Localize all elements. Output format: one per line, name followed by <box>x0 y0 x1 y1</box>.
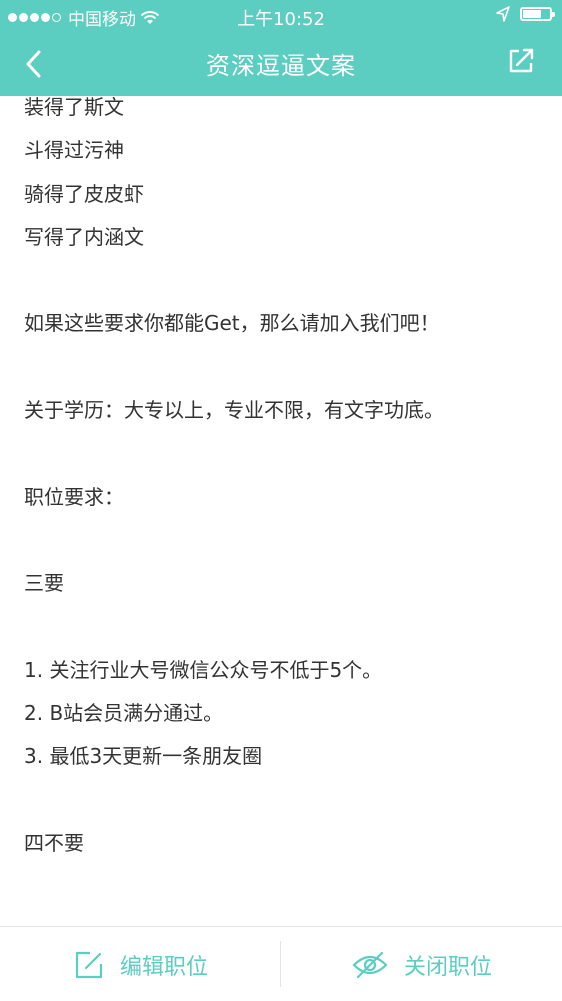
page-title: 资深逗逼文案 <box>206 52 356 80</box>
share-icon <box>509 48 534 73</box>
description-lines: 装得了斯文斗得过污神骑得了皮皮虾 写得了内涵文如果这些要求你都能Get，那么请加入… <box>24 96 544 865</box>
text-line: 写得了内涵文 <box>24 224 144 249</box>
status-right <box>496 6 555 22</box>
text-line: 四不要 <box>24 831 84 856</box>
text-line: 职位要求： <box>24 484 124 509</box>
bottom-divider <box>280 941 281 987</box>
job-description[interactable]: 装得了斯文斗得过污神骑得了皮皮虾 写得了内涵文如果这些要求你都能Get，那么请加入… <box>0 96 562 926</box>
text-line: 1. 关注行业大号微信公众号不低于5个。 <box>24 657 383 682</box>
edit-position-label: 编辑职位 <box>120 955 209 980</box>
edit-icon <box>75 951 103 979</box>
edit-position-button[interactable]: 编辑职位 <box>74 943 208 987</box>
text-line: 如果这些要求你都能Get，那么请加入我们吧！ <box>24 311 440 336</box>
text-line: 2. B站会员满分通过。 <box>24 701 224 726</box>
text-line: 3. 最低3天更新一条朋友圈 <box>24 744 263 769</box>
share-button[interactable] <box>506 46 542 82</box>
text-line: 斗得过污神 <box>24 138 124 163</box>
battery-icon <box>520 7 555 21</box>
location-arrow-icon <box>496 6 510 22</box>
text-line: 装得了斯文 <box>24 96 124 119</box>
close-position-label: 关闭职位 <box>404 955 493 980</box>
text-line: 关于学历：大专以上，专业不限，有文字功底。 <box>24 398 444 423</box>
text-line: 三要 <box>24 571 64 596</box>
text-line: 骑得了皮皮虾 <box>24 181 144 206</box>
status-bar: 中国移动 上午10:52 <box>0 0 562 32</box>
battery-fill <box>523 10 541 18</box>
top-bar: 中国移动 上午10:52 资深逗逼文案 <box>0 0 562 96</box>
status-time: 上午10:52 <box>237 9 325 30</box>
eye-off-icon <box>352 951 388 979</box>
close-position-button[interactable]: 关闭职位 <box>352 943 492 987</box>
nav-bar: 资深逗逼文案 <box>0 32 562 96</box>
bottom-action-bar: 编辑职位 关闭职位 <box>0 926 562 1001</box>
